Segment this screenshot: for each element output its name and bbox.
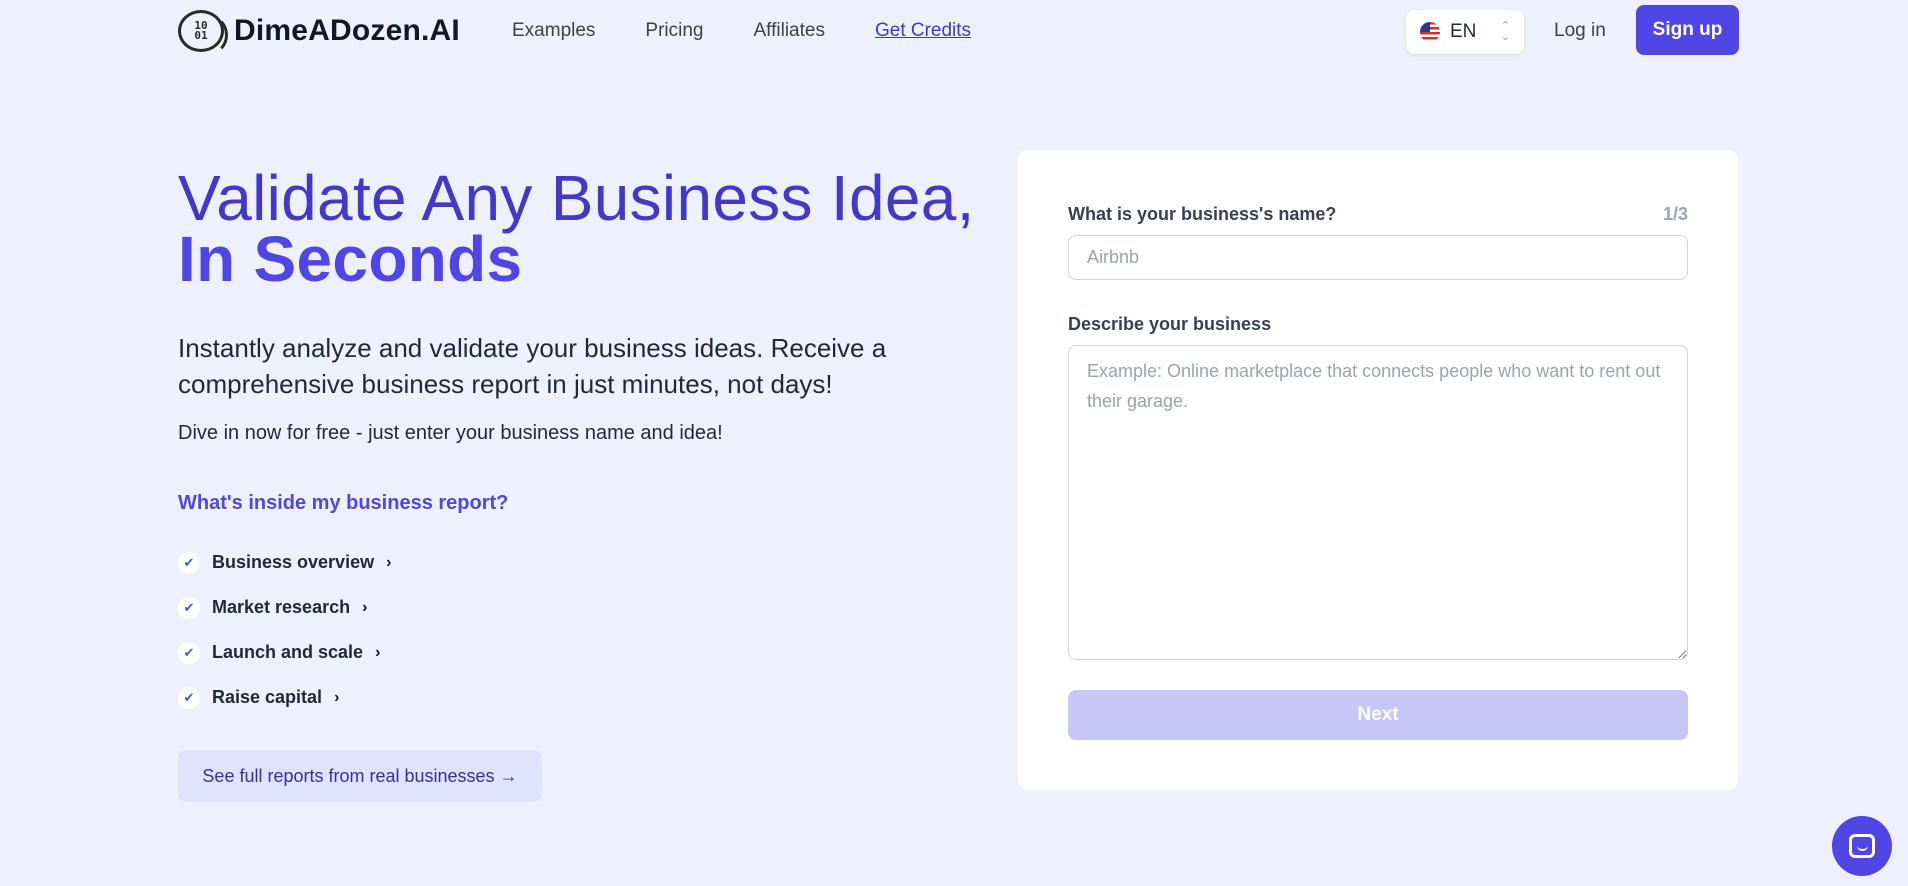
- brand-name: DimeADozen.AI: [234, 14, 460, 47]
- chat-launcher-button[interactable]: [1832, 816, 1892, 876]
- login-link[interactable]: Log in: [1554, 20, 1606, 42]
- report-item-raise-capital[interactable]: ✔ Raise capital ›: [178, 675, 391, 720]
- full-reports-link[interactable]: See full reports from real businesses →: [178, 750, 542, 802]
- coin-logo-icon: 10 01: [178, 10, 228, 55]
- business-name-input[interactable]: [1068, 235, 1688, 280]
- hero-cta-text: Dive in now for free - just enter your b…: [178, 422, 723, 444]
- hero-title: Validate Any Business Idea, In Seconds: [178, 166, 978, 291]
- report-item-label: Business overview: [212, 552, 375, 572]
- report-item-business-overview[interactable]: ✔ Business overview ›: [178, 540, 391, 585]
- report-contents-heading: What's inside my business report?: [178, 492, 509, 514]
- step-indicator: 1/3: [1662, 204, 1688, 224]
- business-description-input[interactable]: [1068, 345, 1688, 660]
- report-item-launch-and-scale[interactable]: ✔ Launch and scale ›: [178, 630, 391, 675]
- check-icon: ✔: [178, 551, 200, 574]
- page: 10 01 DimeADozen.AI Examples Pricing Affi…: [0, 0, 1908, 886]
- hero-subtitle: Instantly analyze and validate your busi…: [178, 333, 887, 399]
- main-nav: Examples Pricing Affiliates Get Credits: [512, 20, 971, 42]
- nav-pricing[interactable]: Pricing: [645, 20, 703, 42]
- language-code: EN: [1450, 21, 1477, 42]
- report-item-label: Market research: [212, 597, 351, 617]
- nav-get-credits[interactable]: Get Credits: [875, 20, 971, 42]
- nav-affiliates[interactable]: Affiliates: [754, 20, 825, 42]
- hero-title-bold: In Seconds: [178, 223, 523, 295]
- check-icon: ✔: [178, 596, 200, 619]
- chevron-right-icon: ›: [334, 688, 340, 706]
- report-item-label: Launch and scale: [212, 642, 364, 662]
- site-header: 10 01 DimeADozen.AI Examples Pricing Affi…: [0, 0, 1908, 64]
- signup-button[interactable]: Sign up: [1636, 5, 1739, 55]
- report-item-market-research[interactable]: ✔ Market research ›: [178, 585, 391, 630]
- business-name-label: What is your business's name?: [1068, 204, 1337, 224]
- chat-icon: [1849, 834, 1875, 858]
- business-form-card: What is your business's name? 1/3 Descri…: [1018, 150, 1738, 790]
- chevron-up-down-icon: ⌃ ⌄: [1500, 20, 1510, 43]
- nav-examples[interactable]: Examples: [512, 20, 595, 42]
- report-item-label: Raise capital: [212, 687, 323, 707]
- chevron-right-icon: ›: [362, 598, 368, 616]
- us-flag-icon: [1420, 22, 1440, 42]
- business-description-label: Describe your business: [1068, 314, 1272, 334]
- report-contents-list: ✔ Business overview › ✔ Market research …: [178, 540, 391, 720]
- brand-logo-link[interactable]: 10 01 DimeADozen.AI: [178, 10, 460, 55]
- check-icon: ✔: [178, 641, 200, 664]
- chevron-right-icon: ›: [386, 553, 392, 571]
- chevron-right-icon: ›: [375, 643, 381, 661]
- check-icon: ✔: [178, 686, 200, 709]
- next-button[interactable]: Next: [1068, 690, 1688, 740]
- language-selector[interactable]: EN ⌃ ⌄: [1406, 10, 1524, 54]
